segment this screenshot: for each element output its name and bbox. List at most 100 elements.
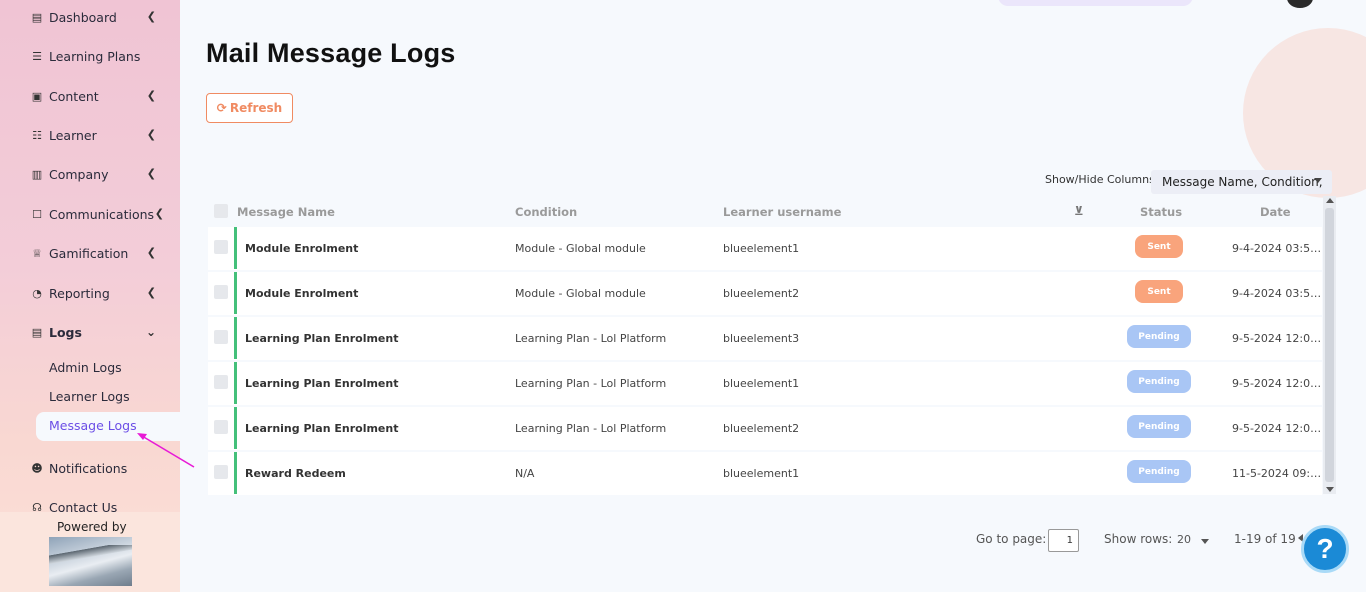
refresh-button[interactable]: ⟳ Refresh: [206, 93, 293, 123]
row-checkbox[interactable]: [214, 420, 228, 434]
sidebar-item-label: Reporting: [49, 285, 110, 301]
row-checkbox[interactable]: [214, 375, 228, 389]
company-icon: ▥: [31, 167, 43, 181]
sidebar-item-label: Company: [49, 166, 109, 182]
show-rows-label: Show rows:: [1104, 532, 1173, 546]
table-row[interactable]: Module Enrolment Module - Global module …: [208, 272, 1322, 315]
table-row[interactable]: Learning Plan Enrolment Learning Plan - …: [208, 407, 1322, 450]
sidebar-item-company[interactable]: ▥ Company ❮: [30, 162, 170, 186]
header-message-name[interactable]: Message Name: [237, 205, 335, 219]
select-all-checkbox[interactable]: [214, 204, 228, 218]
cell-message-name: Learning Plan Enrolment: [245, 377, 399, 390]
cell-message-name: Module Enrolment: [245, 242, 359, 255]
caret-down-icon: [1314, 178, 1322, 183]
header-learner-username[interactable]: Learner username: [723, 205, 841, 219]
chevron-left-icon: ❮: [146, 167, 156, 180]
status-badge: Pending: [1127, 415, 1191, 438]
sidebar-item-dashboard[interactable]: ▤ Dashboard ❮: [30, 5, 170, 29]
cell-condition: Learning Plan - Lol Platform: [515, 332, 667, 345]
message-logs-table: Message Name Condition Learner username …: [206, 196, 1322, 496]
cell-condition: Learning Plan - Lol Platform: [515, 377, 667, 390]
refresh-icon: ⟳: [216, 101, 227, 115]
row-indicator: [234, 362, 237, 404]
refresh-label: Refresh: [229, 101, 283, 115]
table-row[interactable]: Module Enrolment Module - Global module …: [208, 227, 1322, 270]
row-checkbox[interactable]: [214, 330, 228, 344]
sidebar-item-label: Gamification: [49, 245, 129, 261]
cell-date: 9-5-2024 12:08 P...: [1232, 332, 1322, 345]
caret-down-icon[interactable]: [1201, 539, 1209, 544]
cell-message-name: Learning Plan Enrolment: [245, 422, 399, 435]
cell-date: 9-4-2024 03:57 ...: [1232, 287, 1322, 300]
sidebar-item-label: Communications: [49, 206, 155, 222]
row-indicator: [234, 407, 237, 449]
sidebar-sub-message-logs[interactable]: Message Logs: [49, 418, 137, 433]
help-button[interactable]: ?: [1301, 525, 1349, 573]
sidebar-item-learner[interactable]: ☷ Learner ❮: [30, 123, 170, 147]
status-badge: Pending: [1127, 325, 1191, 348]
dashboard-icon: ▤: [31, 10, 43, 24]
cell-condition: Learning Plan - Lol Platform: [515, 422, 667, 435]
content-icon: ▣: [31, 89, 43, 103]
sidebar-sub-learner-logs[interactable]: Learner Logs: [49, 389, 130, 404]
chevron-left-icon: ❮: [146, 286, 156, 299]
status-badge: Pending: [1127, 370, 1191, 393]
cell-message-name: Learning Plan Enrolment: [245, 332, 399, 345]
sidebar-item-label: Learning Plans: [49, 48, 141, 64]
row-checkbox[interactable]: [214, 285, 228, 299]
cell-username: blueelement2: [723, 287, 800, 300]
sidebar-item-label: Dashboard: [49, 9, 117, 25]
powered-by-text: Powered by: [57, 520, 127, 534]
chevron-down-icon: ⌄: [145, 325, 156, 339]
pagination-range: 1-19 of 19: [1234, 532, 1296, 546]
cell-condition: Module - Global module: [515, 287, 646, 300]
status-badge: Pending: [1127, 460, 1191, 483]
row-indicator: [234, 317, 237, 359]
go-to-page-input[interactable]: 1: [1048, 529, 1079, 552]
filter-icon[interactable]: ⊻: [1074, 204, 1084, 218]
header-condition[interactable]: Condition: [515, 205, 577, 219]
cell-date: 9-5-2024 12:08 P...: [1232, 422, 1322, 435]
learning-plans-icon: ☰: [32, 49, 42, 63]
cell-username: blueelement1: [723, 377, 800, 390]
scroll-down-icon[interactable]: [1326, 487, 1334, 492]
sidebar-item-content[interactable]: ▣ Content ❮: [30, 84, 170, 108]
scroll-up-icon[interactable]: [1326, 198, 1334, 203]
sidebar-item-communications[interactable]: ☐ Communications ❮: [30, 202, 170, 226]
avatar[interactable]: [1287, 0, 1313, 8]
cell-condition: Module - Global module: [515, 242, 646, 255]
row-checkbox[interactable]: [214, 240, 228, 254]
top-search-pill[interactable]: [998, 0, 1193, 6]
status-badge: Sent: [1135, 280, 1183, 303]
table-row[interactable]: Learning Plan Enrolment Learning Plan - …: [208, 362, 1322, 405]
cell-username: blueelement2: [723, 422, 800, 435]
sidebar-item-label: Logs: [49, 324, 82, 340]
show-rows-select[interactable]: 20: [1177, 533, 1191, 546]
sidebar-item-gamification[interactable]: ♕ Gamification ❮: [30, 241, 170, 265]
row-indicator: [234, 452, 237, 494]
cell-condition: N/A: [515, 467, 535, 480]
sidebar-item-learning-plans[interactable]: ☰ Learning Plans: [30, 44, 170, 68]
header-status[interactable]: Status: [1140, 205, 1182, 219]
sidebar-item-reporting[interactable]: ◔ Reporting ❮: [30, 281, 170, 305]
table-scrollbar[interactable]: [1323, 196, 1336, 494]
show-hide-columns-select[interactable]: Message Name, Condition,: [1151, 170, 1332, 194]
chevron-left-icon: ❮: [146, 128, 156, 141]
scrollbar-thumb[interactable]: [1325, 208, 1334, 482]
table-row[interactable]: Learning Plan Enrolment Learning Plan - …: [208, 317, 1322, 360]
status-badge: Sent: [1135, 235, 1183, 258]
reporting-icon: ◔: [32, 286, 42, 300]
cell-date: 9-4-2024 03:57 ...: [1232, 242, 1322, 255]
sidebar-item-logs[interactable]: ▤ Logs ⌄: [30, 320, 170, 344]
header-date[interactable]: Date: [1260, 205, 1291, 219]
row-indicator: [234, 272, 237, 314]
sidebar-sub-admin-logs[interactable]: Admin Logs: [49, 360, 122, 375]
page-title: Mail Message Logs: [206, 38, 456, 68]
table-row[interactable]: Reward Redeem N/A blueelement1 Pending 1…: [208, 452, 1322, 495]
learner-icon: ☷: [32, 128, 42, 142]
annotation-arrow-icon: [137, 433, 195, 468]
chevron-left-icon: ❮: [146, 10, 156, 23]
row-checkbox[interactable]: [214, 465, 228, 479]
sidebar-item-label: Learner: [49, 127, 97, 143]
cell-date: 11-5-2024 09:58 ...: [1232, 467, 1322, 480]
